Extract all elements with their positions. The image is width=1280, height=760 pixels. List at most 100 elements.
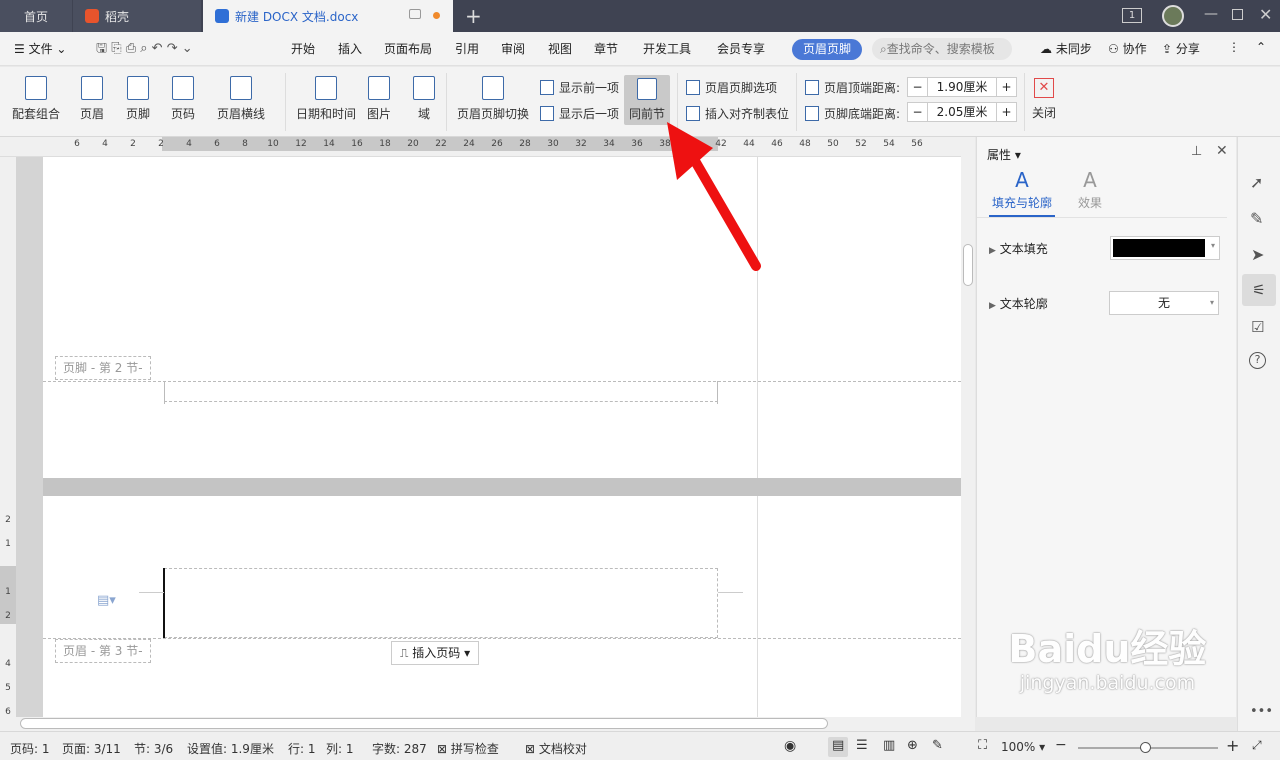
rocket-icon[interactable]: ➚	[1250, 173, 1263, 192]
menu-page-layout[interactable]: 页面布局	[384, 40, 432, 57]
show-prev-button[interactable]: 显示前一项	[540, 79, 619, 96]
clipboard-icon[interactable]: ☑	[1251, 318, 1264, 336]
document-canvas[interactable]: 页脚 - 第 2 节- ▤▾ 页眉 - 第 3 节- ⎍ 插入页码 ▾	[16, 157, 961, 717]
panel-title[interactable]: 属性 ▾	[987, 146, 1021, 163]
combo-button[interactable]: 配套组合	[12, 76, 60, 122]
pen-icon[interactable]: ✎	[1250, 209, 1263, 228]
tab-document[interactable]: 新建 DOCX 文档.docx	[203, 0, 453, 32]
paste-options-icon[interactable]: ▤▾	[97, 593, 116, 608]
picture-button[interactable]: 图片	[367, 76, 391, 122]
more-options-icon[interactable]: •••	[1250, 704, 1273, 719]
zoom-select[interactable]: 100% ▾	[1001, 740, 1045, 754]
text-outline-row[interactable]: ▶ 文本轮廓	[989, 295, 1048, 312]
tab-daoke[interactable]: 稻壳	[73, 0, 201, 32]
decrement-icon[interactable]: −	[908, 78, 928, 96]
doc-proof-button[interactable]: ⊠ 文档校对	[525, 740, 587, 757]
header-button[interactable]: 页眉	[80, 76, 104, 122]
tab-effect[interactable]: A 效果	[1073, 169, 1107, 211]
cursor-select-icon[interactable]: ➤	[1251, 245, 1264, 264]
reading-view-icon[interactable]: ▥	[883, 738, 895, 753]
spell-check-button[interactable]: ⊠ 拼写检查	[437, 740, 499, 757]
header-top-text: 页眉顶端距离:	[824, 81, 901, 95]
horizontal-scrollbar[interactable]	[0, 717, 975, 731]
hscroll-thumb[interactable]	[20, 718, 828, 729]
page-3[interactable]: ▤▾ 页眉 - 第 3 节- ⎍ 插入页码 ▾	[43, 496, 961, 717]
monitor-icon[interactable]	[409, 9, 421, 19]
avatar[interactable]	[1162, 5, 1184, 27]
page-number-button[interactable]: 页码	[171, 76, 195, 122]
field-button[interactable]: 域	[413, 76, 435, 122]
increment-icon[interactable]: +	[996, 103, 1016, 121]
collapse-ribbon-icon[interactable]: ⌃	[1256, 40, 1266, 54]
menu-reference[interactable]: 引用	[455, 40, 479, 57]
tab-fill-outline[interactable]: A 填充与轮廓	[991, 169, 1053, 211]
tab-home[interactable]: 首页	[0, 0, 72, 32]
menu-section[interactable]: 章节	[594, 40, 618, 57]
panel-close-icon[interactable]: ✕	[1216, 143, 1228, 159]
hf-options-button[interactable]: 页眉页脚选项	[686, 79, 777, 96]
status-setting[interactable]: 设置值: 1.9厘米	[187, 740, 274, 757]
search-input[interactable]: ⌕查找命令、搜索模板	[872, 38, 1012, 60]
status-page-code[interactable]: 页码: 1	[10, 740, 50, 757]
collab-button[interactable]: ⚇ 协作	[1108, 40, 1147, 57]
help-icon[interactable]: ?	[1249, 352, 1266, 369]
menu-view[interactable]: 视图	[548, 40, 572, 57]
ruler-tick: 34	[603, 139, 615, 149]
page-count-badge[interactable]: 1	[1122, 8, 1142, 23]
footer-bottom-stepper[interactable]: − 2.05厘米 +	[907, 102, 1017, 122]
vertical-scrollbar[interactable]	[961, 137, 975, 717]
status-col[interactable]: 列: 1	[326, 740, 354, 757]
new-tab-plus-icon[interactable]: +	[465, 4, 482, 28]
status-page[interactable]: 页面: 3/11	[62, 740, 121, 757]
zoom-in-icon[interactable]: +	[1226, 736, 1239, 755]
header-edit-area[interactable]	[164, 568, 718, 638]
menu-review[interactable]: 审阅	[501, 40, 525, 57]
pin-icon[interactable]: ⊥	[1191, 144, 1202, 159]
close-window-icon[interactable]: ✕	[1259, 5, 1272, 24]
eye-protect-icon[interactable]: ◉	[784, 738, 796, 754]
outline-view-icon[interactable]: ☰	[856, 738, 868, 753]
file-menu[interactable]: ☰ 文件 ⌄	[14, 40, 66, 57]
show-next-button[interactable]: 显示后一项	[540, 105, 619, 122]
status-words[interactable]: 字数: 287	[372, 740, 427, 757]
menu-insert[interactable]: 插入	[338, 40, 362, 57]
corner-mark	[139, 592, 164, 593]
quick-access-icons[interactable]: 🖫 ⎘ ⎙ ⌕ ↶ ↷ ⌄	[96, 39, 193, 61]
zoom-slider-thumb[interactable]	[1140, 742, 1151, 753]
datetime-button[interactable]: 日期和时间	[296, 76, 356, 122]
status-row[interactable]: 行: 1	[288, 740, 316, 757]
page-2[interactable]: 页脚 - 第 2 节-	[43, 157, 961, 478]
fullscreen-icon[interactable]: ⤢	[1252, 738, 1262, 753]
text-fill-color-select[interactable]: ▾	[1110, 236, 1220, 260]
horizontal-ruler[interactable]: 6422468101214161820222426283032343638404…	[0, 137, 975, 157]
status-section[interactable]: 节: 3/6	[134, 740, 173, 757]
menu-header-footer-tab[interactable]: 页眉页脚	[792, 39, 862, 60]
web-view-icon[interactable]: ⊕	[907, 738, 918, 753]
switch-button[interactable]: 页眉页脚切换	[457, 76, 529, 122]
text-fill-row[interactable]: ▶ 文本填充	[989, 240, 1048, 257]
restore-icon[interactable]	[1232, 9, 1243, 20]
menu-member[interactable]: 会员专享	[717, 40, 765, 57]
close-hf-button[interactable]: ✕ 关闭	[1032, 78, 1056, 121]
header-line-button[interactable]: 页眉横线	[217, 76, 265, 122]
header-top-value[interactable]: 1.90厘米	[928, 78, 996, 96]
menu-start[interactable]: 开始	[291, 40, 315, 57]
fit-width-icon[interactable]: ⛶	[978, 738, 987, 753]
zoom-out-icon[interactable]: −	[1055, 737, 1067, 753]
share-button[interactable]: ⇪ 分享	[1162, 40, 1200, 57]
insert-page-number-button[interactable]: ⎍ 插入页码 ▾	[391, 641, 480, 665]
increment-icon[interactable]: +	[996, 78, 1016, 96]
header-top-stepper[interactable]: − 1.90厘米 +	[907, 77, 1017, 97]
menu-developer[interactable]: 开发工具	[643, 40, 691, 57]
footer-button[interactable]: 页脚	[126, 76, 150, 122]
minimize-icon[interactable]: —	[1204, 6, 1218, 22]
unsync-button[interactable]: ☁ 未同步	[1040, 40, 1092, 57]
properties-toggle-icon[interactable]: ⚟	[1242, 274, 1276, 306]
text-outline-select[interactable]: 无 ▾	[1109, 291, 1219, 315]
decrement-icon[interactable]: −	[908, 103, 928, 121]
more-menu-icon[interactable]: ⋮	[1228, 40, 1240, 54]
vertical-ruler[interactable]: 2 1 1 2 4 5 6	[0, 157, 16, 717]
footer-bottom-value[interactable]: 2.05厘米	[928, 103, 996, 121]
vscroll-thumb[interactable]	[963, 244, 973, 286]
write-mode-icon[interactable]: ✎	[932, 738, 943, 753]
